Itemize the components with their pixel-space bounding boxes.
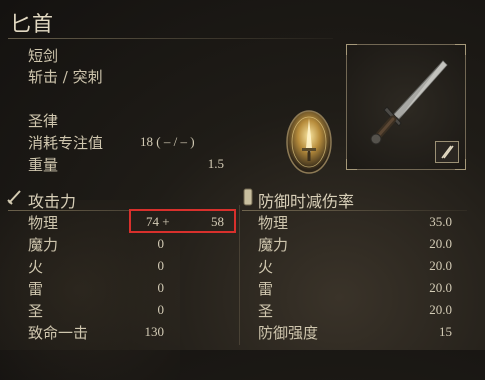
column-divider [239,205,240,345]
guard-value: 20.0 [429,302,452,317]
skill-name: 圣律 [28,112,59,130]
attack-base: 0 [157,258,165,273]
guard-value: 20.0 [429,258,452,273]
highlight-box [129,209,236,233]
attack-header: 攻击力 [28,192,77,211]
damage-type: 斩击 / 突刺 [28,68,103,86]
weight-label: 重量 [28,156,59,174]
attack-label: 魔力 [28,236,59,254]
attack-base: 0 [157,302,165,317]
weapon-image-frame [346,44,466,170]
holy-sword-icon [284,108,334,176]
fp-cost-label: 消耗专注值 [28,134,104,152]
guard-label: 物理 [258,214,289,232]
guard-value: 20.0 [429,236,452,251]
guard-label: 防御强度 [258,324,319,342]
sword-icon [6,188,24,210]
fp-cost-value: 18 ( – / – ) [140,134,195,149]
attack-label: 火 [28,258,44,276]
attack-label: 圣 [28,302,44,320]
guard-value: 20.0 [429,280,452,295]
shield-icon [242,188,254,210]
frame-corner [455,44,466,55]
attack-base: 130 [144,324,165,339]
title-divider [8,38,333,39]
attack-label: 雷 [28,280,44,298]
item-title: 匕首 [10,12,54,36]
weight-value: 1.5 [207,156,224,171]
attack-base: 0 [157,236,165,251]
attack-base: 0 [157,280,165,295]
weapon-type: 短剑 [28,47,59,65]
guard-label: 火 [258,258,274,276]
guard-label: 圣 [258,302,274,320]
attack-label: 致命一击 [28,324,89,342]
guard-header: 防御时减伤率 [258,192,355,211]
attack-label: 物理 [28,214,59,232]
guard-value: 35.0 [429,214,452,229]
pen-icon [435,141,459,163]
guard-divider [242,210,467,211]
guard-label: 雷 [258,280,274,298]
guard-label: 魔力 [258,236,289,254]
guard-value: 15 [439,324,452,339]
